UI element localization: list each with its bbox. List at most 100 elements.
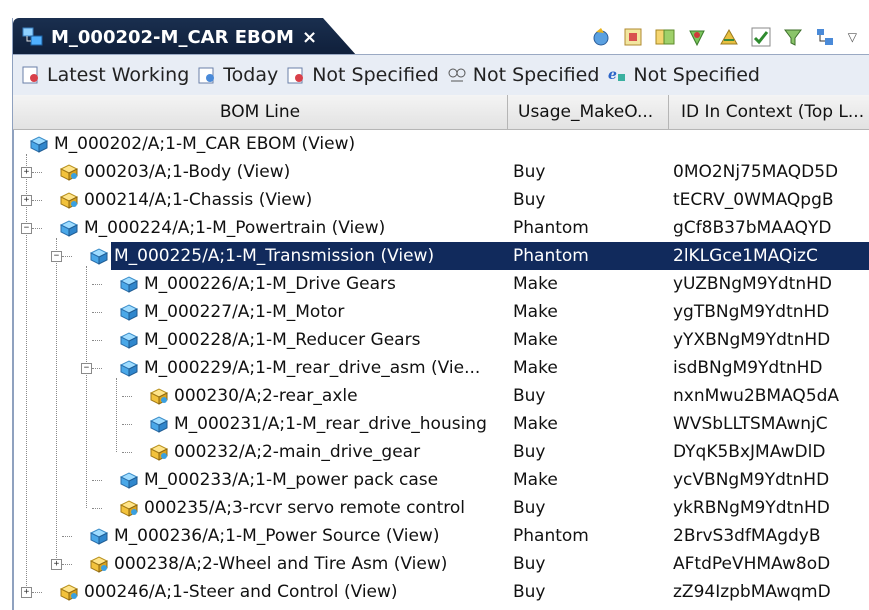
usage-cell: Make bbox=[513, 330, 558, 350]
revision-rule-variant[interactable]: Not Specified bbox=[447, 64, 600, 86]
assembly-icon bbox=[89, 528, 109, 545]
collapse-icon[interactable]: − bbox=[81, 363, 92, 374]
bom-line-label: 000246/A;1-Steer and Control (View) bbox=[84, 582, 398, 602]
usage-cell: Phantom bbox=[513, 246, 589, 266]
tree-connector bbox=[92, 368, 102, 369]
tree-row[interactable]: 000232/A;2-main_drive_gear Buy DYqK5BxJMAw… bbox=[13, 438, 869, 466]
tree-connector bbox=[122, 424, 132, 425]
bom-line-label: M_000226/A;1-M_Drive Gears bbox=[144, 274, 396, 294]
structure-icon[interactable] bbox=[620, 24, 646, 50]
id-in-context-cell: yYXBNgM9YdtnHD bbox=[673, 330, 831, 350]
assembly-icon bbox=[119, 304, 139, 321]
bom-line-label: 000203/A;1-Body (View) bbox=[84, 162, 291, 182]
id-in-context-cell: 2lKLGce1MAQizC bbox=[673, 246, 818, 266]
revision-date-label: Today bbox=[223, 64, 279, 86]
tree-row[interactable]: M_000236/A;1-M_Power Source (View) Phanto… bbox=[13, 522, 869, 550]
tree-row[interactable]: M_000226/A;1-M_Drive Gears Make yUZBNgM9Yd… bbox=[13, 270, 869, 298]
usage-cell: Buy bbox=[513, 554, 546, 574]
part-icon bbox=[119, 500, 139, 517]
id-in-context-cell: zZ94IzpbMAwqmD bbox=[673, 582, 831, 602]
bom-line-label: 000238/A;2-Wheel and Tire Asm (View) bbox=[114, 554, 448, 574]
compare-icon[interactable] bbox=[652, 24, 678, 50]
close-icon[interactable]: × bbox=[302, 27, 317, 48]
collapse-icon[interactable]: − bbox=[21, 223, 32, 234]
bom-line-label: 000230/A;2-rear_axle bbox=[174, 386, 358, 406]
tree-row[interactable]: M_000202/A;1-M_CAR EBOM (View) bbox=[13, 130, 869, 158]
bom-line-label: 000235/A;3-rcvr servo remote control bbox=[144, 498, 466, 518]
column-header-usage[interactable]: Usage_MakeO... bbox=[508, 95, 669, 129]
filter-icon[interactable] bbox=[780, 24, 806, 50]
tree-row[interactable]: 000230/A;2-rear_axle Buy nxnMwu2BMAQ5dA bbox=[13, 382, 869, 410]
assembly-icon bbox=[119, 276, 139, 293]
revision-rule-effectivity[interactable]: e Not Specified bbox=[607, 64, 760, 86]
tree-connector bbox=[32, 200, 42, 201]
revision-rule-unit[interactable]: Not Specified bbox=[286, 64, 439, 86]
rule-icon bbox=[22, 66, 38, 84]
bom-line-label: M_000228/A;1-M_Reducer Gears bbox=[144, 330, 421, 350]
tree-row[interactable]: − M_000225/A;1-M_Transmission (View) Phant… bbox=[13, 242, 869, 270]
tab-title: M_000202-M_CAR EBOM bbox=[51, 26, 294, 48]
column-header-id-in-context[interactable]: ID In Context (Top L... bbox=[669, 95, 869, 129]
tree-row[interactable]: +000214/A;1-Chassis (View) Buy tECRV_0WMAQ… bbox=[13, 186, 869, 214]
tree-row[interactable]: +000238/A;2-Wheel and Tire Asm (View) Buy… bbox=[13, 550, 869, 578]
expand-icon[interactable]: + bbox=[21, 167, 32, 178]
split-icon[interactable] bbox=[716, 24, 742, 50]
revision-rule-today[interactable]: Today bbox=[197, 64, 278, 86]
tree-connector bbox=[32, 172, 42, 173]
usage-cell: Buy bbox=[513, 162, 546, 182]
usage-cell: Phantom bbox=[513, 218, 589, 238]
part-icon bbox=[149, 388, 169, 405]
tree-connector bbox=[62, 256, 72, 257]
id-in-context-cell: AFtdPeVHMAw8oD bbox=[673, 554, 831, 574]
tree-row[interactable]: − M_000224/A;1-M_Powertrain (View) Phantom… bbox=[13, 214, 869, 242]
tree-row[interactable]: M_000228/A;1-M_Reducer Gears Make yYXBNgM9… bbox=[13, 326, 869, 354]
id-in-context-cell: ygTBNgM9YdtnHD bbox=[673, 302, 830, 322]
view-toolbar: ▽ bbox=[588, 20, 857, 54]
usage-cell: Make bbox=[513, 358, 558, 378]
id-in-context-cell: ycVBNgM9YdtnHD bbox=[673, 470, 830, 490]
id-in-context-cell: DYqK5BxJMAwDlD bbox=[673, 442, 826, 462]
tree-row[interactable]: 000235/A;3-rcvr servo remote control Buy y… bbox=[13, 494, 869, 522]
tree-connector bbox=[62, 564, 72, 565]
variant-label: Not Specified bbox=[472, 64, 600, 86]
bom-line-label: M_000202/A;1-M_CAR EBOM (View) bbox=[54, 134, 356, 154]
tree-row[interactable]: − M_000229/A;1-M_rear_drive_asm (Vie... Ma… bbox=[13, 354, 869, 382]
tree-row[interactable]: M_000233/A;1-M_power pack case Make ycVBNg… bbox=[13, 466, 869, 494]
tree-connector bbox=[92, 480, 102, 481]
view-menu-icon[interactable]: ▽ bbox=[848, 30, 857, 44]
usage-cell: Buy bbox=[513, 190, 546, 210]
bom-line-label: M_000227/A;1-M_Motor bbox=[144, 302, 345, 322]
tree-row[interactable]: M_000231/A;1-M_rear_drive_housing Make WVS… bbox=[13, 410, 869, 438]
column-header-bom-line[interactable]: BOM Line bbox=[13, 95, 508, 129]
variant-icon bbox=[448, 68, 466, 82]
usage-cell: Buy bbox=[513, 386, 546, 406]
expand-icon[interactable]: + bbox=[21, 195, 32, 206]
usage-cell: Buy bbox=[513, 498, 546, 518]
expand-icon[interactable]: + bbox=[21, 587, 32, 598]
tree-row[interactable]: +000203/A;1-Body (View) Buy 0MO2Nj75MAQD5D bbox=[13, 158, 869, 186]
bom-line-label: 000232/A;2-main_drive_gear bbox=[174, 442, 421, 462]
id-in-context-cell: 0MO2Nj75MAQD5D bbox=[673, 162, 839, 182]
tree-row[interactable]: M_000227/A;1-M_Motor Make ygTBNgM9YdtnHD bbox=[13, 298, 869, 326]
tree-row[interactable]: +000246/A;1-Steer and Control (View) Buy z… bbox=[13, 578, 869, 606]
usage-cell: Make bbox=[513, 274, 558, 294]
check-icon[interactable] bbox=[748, 24, 774, 50]
assembly-icon bbox=[89, 248, 109, 265]
tab-bom-view[interactable]: M_000202-M_CAR EBOM × bbox=[13, 18, 357, 56]
collapse-icon[interactable]: − bbox=[51, 251, 62, 262]
usage-cell: Make bbox=[513, 470, 558, 490]
assembly-icon bbox=[119, 472, 139, 489]
tree-icon[interactable] bbox=[812, 24, 838, 50]
refresh-icon[interactable] bbox=[588, 24, 614, 50]
expand-icon[interactable]: + bbox=[51, 559, 62, 570]
usage-cell: Buy bbox=[513, 442, 546, 462]
revision-rule-latest-working[interactable]: Latest Working bbox=[21, 64, 189, 86]
bom-line-label: M_000231/A;1-M_rear_drive_housing bbox=[174, 414, 487, 434]
tree-connector bbox=[92, 340, 102, 341]
bom-tree: M_000202/A;1-M_CAR EBOM (View) +000203/A;… bbox=[13, 130, 869, 610]
part-icon bbox=[59, 584, 79, 601]
assembly-icon bbox=[59, 220, 79, 237]
marker-icon[interactable] bbox=[684, 24, 710, 50]
id-in-context-cell: gCf8B37bMAAQYD bbox=[673, 218, 832, 238]
tree-connector bbox=[32, 228, 42, 229]
